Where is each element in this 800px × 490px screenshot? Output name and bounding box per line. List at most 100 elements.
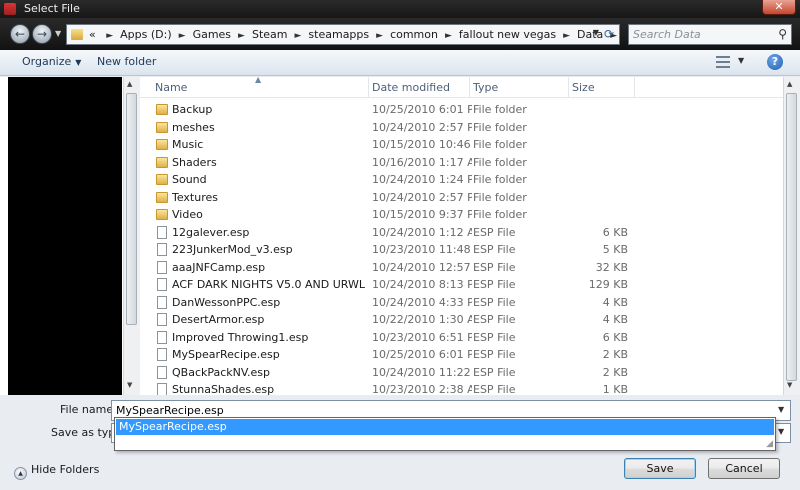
file-list: Name ▲ Date modified Type Size Backup 10/… bbox=[140, 77, 783, 395]
autocomplete-item[interactable]: MySpearRecipe.esp bbox=[116, 419, 774, 435]
file-row[interactable]: DesertArmor.esp 10/22/2010 1:30 AMESP Fil… bbox=[140, 311, 783, 328]
file-row[interactable]: Shaders 10/16/2010 1:17 AMFile folder bbox=[140, 154, 783, 171]
search-icon[interactable]: ⚲ bbox=[778, 27, 787, 41]
file-row[interactable]: Sound 10/24/2010 1:24 PMFile folder bbox=[140, 171, 783, 188]
file-icon bbox=[157, 295, 167, 309]
search-input[interactable]: Search Data ⚲ bbox=[628, 24, 792, 45]
column-header-date[interactable]: Date modified bbox=[372, 81, 450, 94]
breadcrumb-separator-icon[interactable]: ► bbox=[563, 31, 570, 41]
new-folder-button[interactable]: New folder bbox=[97, 55, 156, 68]
column-header-type[interactable]: Type bbox=[473, 81, 498, 94]
file-icon bbox=[157, 278, 167, 291]
breadcrumb-separator-icon[interactable]: ► bbox=[238, 31, 245, 41]
scroll-up-arrow-icon[interactable]: ▲ bbox=[787, 80, 792, 88]
date-modified-cell: 10/24/2010 4:33 PM bbox=[372, 295, 472, 309]
breadcrumb-separator-icon[interactable]: ► bbox=[179, 31, 186, 41]
file-name-cell: MySpearRecipe.esp bbox=[172, 348, 280, 361]
file-row[interactable]: Backup 10/25/2010 6:01 PMFile folder bbox=[140, 101, 783, 118]
breadcrumb-item[interactable]: Games bbox=[193, 28, 231, 41]
column-divider[interactable] bbox=[469, 77, 470, 98]
column-header-size[interactable]: Size bbox=[572, 81, 595, 94]
file-list-scrollbar[interactable]: ▲ ▼ bbox=[783, 77, 800, 395]
resize-grip-icon[interactable]: ◢ bbox=[766, 439, 773, 449]
date-modified-cell: 10/24/2010 2:57 PM bbox=[372, 120, 472, 134]
recent-pages-dropdown-icon[interactable]: ▼ bbox=[55, 29, 61, 38]
file-name-label: File name: bbox=[60, 403, 117, 416]
breadcrumb-item[interactable]: Apps (D:) bbox=[120, 28, 171, 41]
save-button[interactable]: Save bbox=[624, 458, 696, 479]
file-row[interactable]: ACF DARK NIGHTS V5.0 AND URWLNV V... 10/2… bbox=[140, 276, 783, 293]
file-row[interactable]: Music 10/15/2010 10:46 ...File folder bbox=[140, 136, 783, 153]
file-name-cell: aaaJNFCamp.esp bbox=[172, 260, 266, 274]
size-cell: 2 KB bbox=[602, 365, 628, 379]
file-row[interactable]: aaaJNFCamp.esp 10/24/2010 12:57 ...ESP Fi… bbox=[140, 259, 783, 276]
date-modified-cell: 10/24/2010 1:12 AM bbox=[372, 225, 472, 239]
organize-button[interactable]: Organize ▼ bbox=[22, 55, 81, 68]
breadcrumb-item[interactable]: Steam bbox=[252, 28, 288, 41]
scroll-down-arrow-icon[interactable]: ▼ bbox=[127, 381, 132, 389]
save-as-type-dropdown-icon[interactable]: ▼ bbox=[778, 427, 784, 436]
file-icon bbox=[157, 365, 167, 379]
refresh-icon[interactable]: ⟳ bbox=[601, 26, 617, 43]
forward-button[interactable]: → bbox=[32, 24, 52, 44]
breadcrumb-overflow[interactable]: « bbox=[89, 28, 96, 41]
change-view-icon[interactable] bbox=[716, 56, 730, 68]
breadcrumb-separator-icon[interactable]: ► bbox=[295, 31, 302, 41]
file-name-cell: meshes bbox=[172, 120, 215, 134]
breadcrumb-item[interactable]: Data bbox=[577, 28, 603, 41]
scrollbar-thumb[interactable] bbox=[126, 93, 137, 325]
scroll-down-arrow-icon[interactable]: ▼ bbox=[787, 381, 792, 389]
breadcrumb-separator-icon[interactable]: ► bbox=[445, 31, 452, 41]
date-modified-cell: 10/15/2010 9:37 PM bbox=[372, 208, 472, 221]
file-name-dropdown-icon[interactable]: ▼ bbox=[778, 405, 784, 414]
file-row[interactable]: 12galever.esp 10/24/2010 1:12 AMESP File 6… bbox=[140, 224, 783, 241]
navigation-pane-scrollbar[interactable]: ▲ ▼ bbox=[123, 77, 140, 395]
sort-ascending-icon: ▲ bbox=[255, 77, 262, 84]
close-button[interactable]: ✕ bbox=[762, 0, 796, 15]
breadcrumb-item[interactable]: common bbox=[390, 28, 438, 41]
column-divider[interactable] bbox=[568, 77, 569, 98]
hide-folders-button[interactable]: ▲ Hide Folders bbox=[14, 463, 99, 480]
breadcrumb-item[interactable]: steamapps bbox=[308, 28, 369, 41]
breadcrumb-item[interactable]: fallout new vegas bbox=[459, 28, 556, 41]
file-row[interactable]: StunnaShades.esp 10/23/2010 2:38 AMESP Fi… bbox=[140, 381, 783, 395]
file-row[interactable]: Video 10/15/2010 9:37 PMFile folder bbox=[140, 206, 783, 223]
title-bar[interactable]: Select File ✕ bbox=[0, 0, 800, 18]
type-cell: ESP File bbox=[473, 365, 516, 379]
folder-icon bbox=[156, 174, 168, 185]
file-row[interactable]: 223JunkerMod_v3.esp 10/23/2010 11:48 ...E… bbox=[140, 241, 783, 258]
date-modified-cell: 10/24/2010 8:13 PM bbox=[372, 278, 472, 291]
column-divider[interactable] bbox=[368, 77, 369, 98]
content-area: ▲ ▼ Name ▲ Date modified Type Size Backu… bbox=[0, 77, 800, 395]
file-row[interactable]: Improved Throwing1.esp 10/23/2010 6:51 PM… bbox=[140, 329, 783, 346]
type-cell: File folder bbox=[473, 208, 527, 221]
file-icon bbox=[157, 225, 167, 239]
breadcrumb-separator-icon[interactable]: ► bbox=[376, 31, 383, 41]
address-dropdown-icon[interactable]: ▼ bbox=[593, 28, 599, 37]
file-icon bbox=[157, 330, 167, 344]
file-row[interactable]: Textures 10/24/2010 2:57 PMFile folder bbox=[140, 189, 783, 206]
file-row[interactable]: QBackPackNV.esp 10/24/2010 11:22 ...ESP F… bbox=[140, 364, 783, 381]
collapse-arrow-icon: ▲ bbox=[14, 467, 27, 480]
file-row[interactable]: meshes 10/24/2010 2:57 PMFile folder bbox=[140, 119, 783, 136]
column-header-name[interactable]: Name bbox=[155, 81, 187, 94]
back-button[interactable]: ← bbox=[10, 24, 30, 44]
navigation-pane[interactable] bbox=[8, 77, 122, 395]
file-name-cell: 223JunkerMod_v3.esp bbox=[172, 243, 293, 256]
chevron-down-icon: ▼ bbox=[75, 58, 82, 67]
view-options-dropdown-icon[interactable]: ▼ bbox=[738, 56, 744, 65]
date-modified-cell: 10/16/2010 1:17 AM bbox=[372, 155, 472, 169]
column-divider[interactable] bbox=[634, 77, 635, 98]
help-icon[interactable]: ? bbox=[767, 54, 783, 70]
hide-folders-label: Hide Folders bbox=[31, 463, 100, 476]
breadcrumb-separator-icon[interactable]: ► bbox=[106, 31, 113, 41]
folder-icon bbox=[156, 191, 168, 203]
file-row[interactable]: DanWessonPPC.esp 10/24/2010 4:33 PMESP Fi… bbox=[140, 294, 783, 311]
size-cell: 4 KB bbox=[602, 313, 628, 326]
navigation-bar: ← → ▼ « ► Apps (D:) ► Games ► Steam ► steamapps… bbox=[0, 18, 800, 50]
scroll-up-arrow-icon[interactable]: ▲ bbox=[127, 80, 132, 88]
cancel-button[interactable]: Cancel bbox=[708, 458, 780, 479]
file-row[interactable]: MySpearRecipe.esp 10/25/2010 6:01 PMESP F… bbox=[140, 346, 783, 363]
address-bar[interactable]: « ► Apps (D:) ► Games ► Steam ► steamapps ► commo… bbox=[66, 24, 620, 45]
scrollbar-thumb[interactable] bbox=[786, 93, 797, 381]
